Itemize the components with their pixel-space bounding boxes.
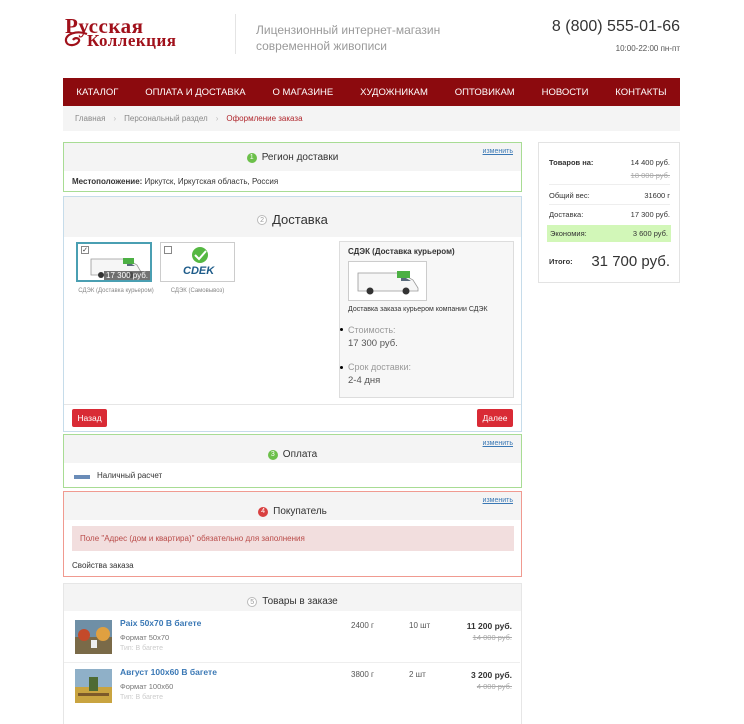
cdek-logo-text: CDEK xyxy=(183,265,215,277)
payment-section: изменить 3 Оплата Наличный расчет xyxy=(63,434,522,488)
logo[interactable]: Русская Коллекция xyxy=(63,14,215,50)
check-icon: 1 xyxy=(246,152,257,163)
payment-header: 3 Оплата xyxy=(64,449,521,460)
phone-number[interactable]: 8 (800) 555-01-66 xyxy=(552,18,680,36)
products-title: Товары в заказе xyxy=(262,596,338,607)
summary-economy: Экономия: 3 600 руб. xyxy=(547,225,671,242)
payment-method: Наличный расчет xyxy=(97,471,163,480)
delivery-option-courier[interactable]: ✓ 17 300 руб. xyxy=(76,242,152,282)
product-type: Тип: В багете xyxy=(120,694,163,701)
checkbox-empty-icon[interactable] xyxy=(164,246,172,254)
summary-total: Итого: 31 700 руб. xyxy=(549,253,670,270)
region-section: изменить 1 Регион доставки Местоположени… xyxy=(63,142,522,192)
region-header: 1 Регион доставки xyxy=(64,152,521,163)
payment-title: Оплата xyxy=(282,449,318,460)
delivery-detail: СДЭК (Доставка курьером) Доставка заказа… xyxy=(339,241,514,398)
buyer-change-link[interactable]: изменить xyxy=(483,497,513,504)
main-nav: КАТАЛОГ ОПЛАТА И ДОСТАВКА О МАГАЗИНЕ ХУД… xyxy=(63,78,680,106)
logo-line2: Коллекция xyxy=(87,31,177,50)
delivery-section: 2 Доставка ✓ 17 300 руб. СДЭК (Доставка … xyxy=(63,196,522,432)
bullet-icon xyxy=(340,328,343,331)
checkbox-checked-icon[interactable]: ✓ xyxy=(81,246,89,254)
products-header: 5 Товары в заказе xyxy=(64,596,521,607)
next-button[interactable]: Далее xyxy=(477,409,513,427)
product-price: 11 200 руб. xyxy=(466,621,512,631)
nav-item-about[interactable]: О МАГАЗИНЕ xyxy=(272,87,333,98)
summary-goods-old: 18 000 руб. xyxy=(630,171,670,180)
product-old-price: 4 000 руб. xyxy=(476,682,512,691)
delivery-option-pickup-label: СДЭК (Самовывоз) xyxy=(170,288,225,294)
breadcrumb-current: Оформление заказа xyxy=(226,114,303,123)
delivery-term-value: 2-4 дня xyxy=(348,375,381,386)
buyer-header: 4 Покупатель xyxy=(64,506,521,517)
payment-change-link[interactable]: изменить xyxy=(483,440,513,447)
breadcrumb-home[interactable]: Главная xyxy=(75,114,105,123)
buyer-title: Покупатель xyxy=(273,506,327,517)
working-hours: 10:00-22:00 пн-пт xyxy=(615,44,680,53)
cash-icon xyxy=(74,475,90,479)
nav-item-payment-delivery[interactable]: ОПЛАТА И ДОСТАВКА xyxy=(145,87,245,98)
region-title: Регион доставки xyxy=(261,152,339,163)
product-old-price: 14 000 руб. xyxy=(472,633,512,642)
header-divider xyxy=(235,14,236,54)
product-price: 3 200 руб. xyxy=(470,670,512,680)
order-summary: Товаров на: 14 400 руб. 18 000 руб. Общи… xyxy=(538,142,680,283)
divider xyxy=(64,404,521,405)
bullet-icon xyxy=(340,366,343,369)
product-name[interactable]: Август 100x60 В багете xyxy=(120,667,217,677)
step-circle-icon: 5 xyxy=(247,596,258,607)
order-properties-label[interactable]: Свойства заказа xyxy=(72,561,134,570)
region-location: Местоположение: Иркутск, Иркутская облас… xyxy=(72,177,279,186)
summary-weight: Общий вес: 31600 г xyxy=(549,191,670,200)
delivery-detail-description: Доставка заказа курьером компании СДЭК xyxy=(348,306,488,313)
table-row: Paix 50x70 В багете Формат 50x70 Тип: В … xyxy=(64,615,520,663)
cdek-checkmark-icon xyxy=(192,247,208,263)
delivery-cost-label: Стоимость: xyxy=(348,325,396,335)
product-type: Тип: В багете xyxy=(120,645,163,652)
product-name[interactable]: Paix 50x70 В багете xyxy=(120,618,201,628)
error-icon: 4 xyxy=(258,506,269,517)
breadcrumb-personal[interactable]: Персональный раздел xyxy=(124,114,208,123)
check-icon: 3 xyxy=(267,449,278,460)
nav-item-contacts[interactable]: КОНТАКТЫ xyxy=(615,87,666,98)
delivery-option-courier-label: СДЭК (Доставка курьером) xyxy=(78,288,154,294)
product-quantity: 2 шт xyxy=(409,670,426,679)
product-quantity: 10 шт xyxy=(409,621,431,630)
product-weight: 3800 г xyxy=(351,670,374,679)
summary-delivery: Доставка: 17 300 руб. xyxy=(549,210,670,219)
courier-price-badge: 17 300 руб. xyxy=(104,271,150,280)
table-row: Август 100x60 В багете Формат 100x60 Тип… xyxy=(64,664,520,712)
product-weight: 2400 г xyxy=(351,621,374,630)
delivery-cost-value: 17 300 руб. xyxy=(348,338,398,349)
breadcrumb: Главная › Персональный раздел › Оформлен… xyxy=(63,106,680,131)
product-thumbnail[interactable] xyxy=(75,620,112,654)
product-format: Формат 50x70 xyxy=(120,633,170,642)
buyer-section: изменить 4 Покупатель Поле "Адрес (дом и… xyxy=(63,491,522,577)
back-button[interactable]: Назад xyxy=(72,409,107,427)
summary-total-value: 31 700 руб. xyxy=(591,253,670,270)
product-format: Формат 100x60 xyxy=(120,682,174,691)
nav-item-news[interactable]: НОВОСТИ xyxy=(542,87,589,98)
product-thumbnail[interactable] xyxy=(75,669,112,703)
nav-item-catalog[interactable]: КАТАЛОГ xyxy=(76,87,118,98)
tagline: Лицензионный интернет-магазин современно… xyxy=(256,23,441,53)
nav-item-wholesale[interactable]: ОПТОВИКАМ xyxy=(455,87,515,98)
delivery-title: Доставка xyxy=(272,212,328,227)
buyer-error-alert: Поле "Адрес (дом и квартира)" обязательн… xyxy=(72,526,514,551)
delivery-detail-image xyxy=(348,261,427,301)
logo-swirl-icon xyxy=(64,31,88,47)
delivery-term-label: Срок доставки: xyxy=(348,362,411,372)
summary-goods: Товаров на: 14 400 руб. xyxy=(549,158,670,167)
delivery-option-pickup[interactable]: CDEK xyxy=(160,242,235,282)
nav-item-artists[interactable]: ХУДОЖНИКАМ xyxy=(360,87,428,98)
delivery-header: 2 Доставка xyxy=(64,212,521,227)
courier-van-icon xyxy=(357,271,419,295)
delivery-detail-title: СДЭК (Доставка курьером) xyxy=(348,247,455,256)
step-circle-icon: 2 xyxy=(257,214,268,225)
